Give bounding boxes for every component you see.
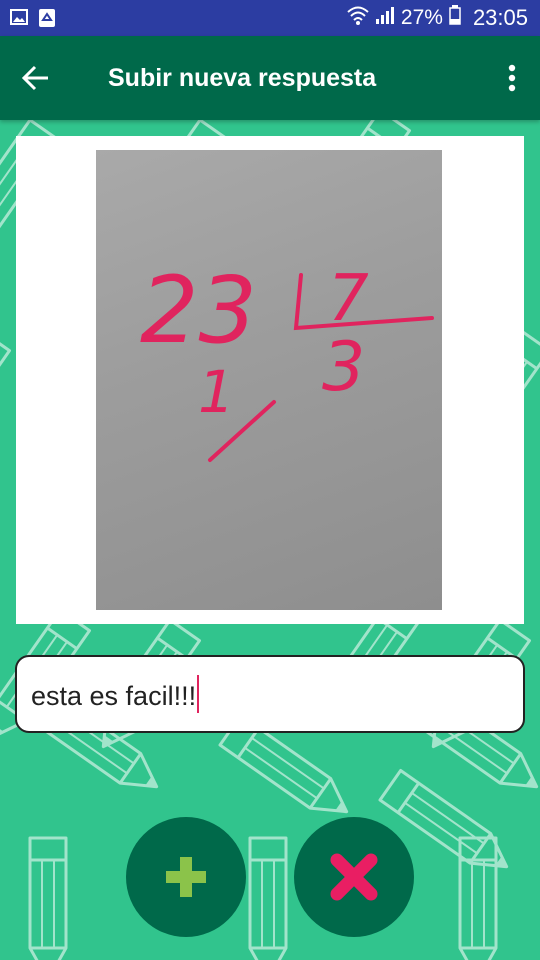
battery-icon	[449, 5, 461, 31]
photo-divisor: 7	[328, 262, 369, 336]
photo-quotient: 3	[322, 328, 365, 407]
status-time: 23:05	[472, 5, 528, 30]
cancel-button[interactable]	[294, 817, 414, 937]
answer-input[interactable]: esta es facil!!!	[15, 655, 525, 733]
more-vert-icon[interactable]	[502, 60, 522, 96]
status-bar: 27% 23:05	[0, 0, 540, 36]
gallery-icon	[10, 8, 28, 33]
wifi-icon	[347, 5, 369, 31]
add-button[interactable]	[126, 817, 246, 937]
close-icon	[330, 853, 378, 901]
answer-photo[interactable]: 23 7 3 1	[96, 150, 442, 610]
app-bar: Subir nueva respuesta	[0, 36, 540, 120]
photo-card: 23 7 3 1	[16, 136, 524, 624]
answer-input-value: esta es facil!!!	[31, 681, 197, 711]
plus-icon	[166, 857, 206, 897]
arrow-back-icon[interactable]	[18, 60, 54, 96]
photo-remainder: 1	[198, 358, 235, 426]
recycle-icon	[38, 8, 56, 33]
page-title: Subir nueva respuesta	[108, 64, 377, 92]
photo-dividend: 23	[140, 257, 257, 364]
battery-percent: 27%	[400, 6, 443, 29]
signal-icon	[375, 5, 395, 31]
text-caret	[197, 675, 200, 713]
